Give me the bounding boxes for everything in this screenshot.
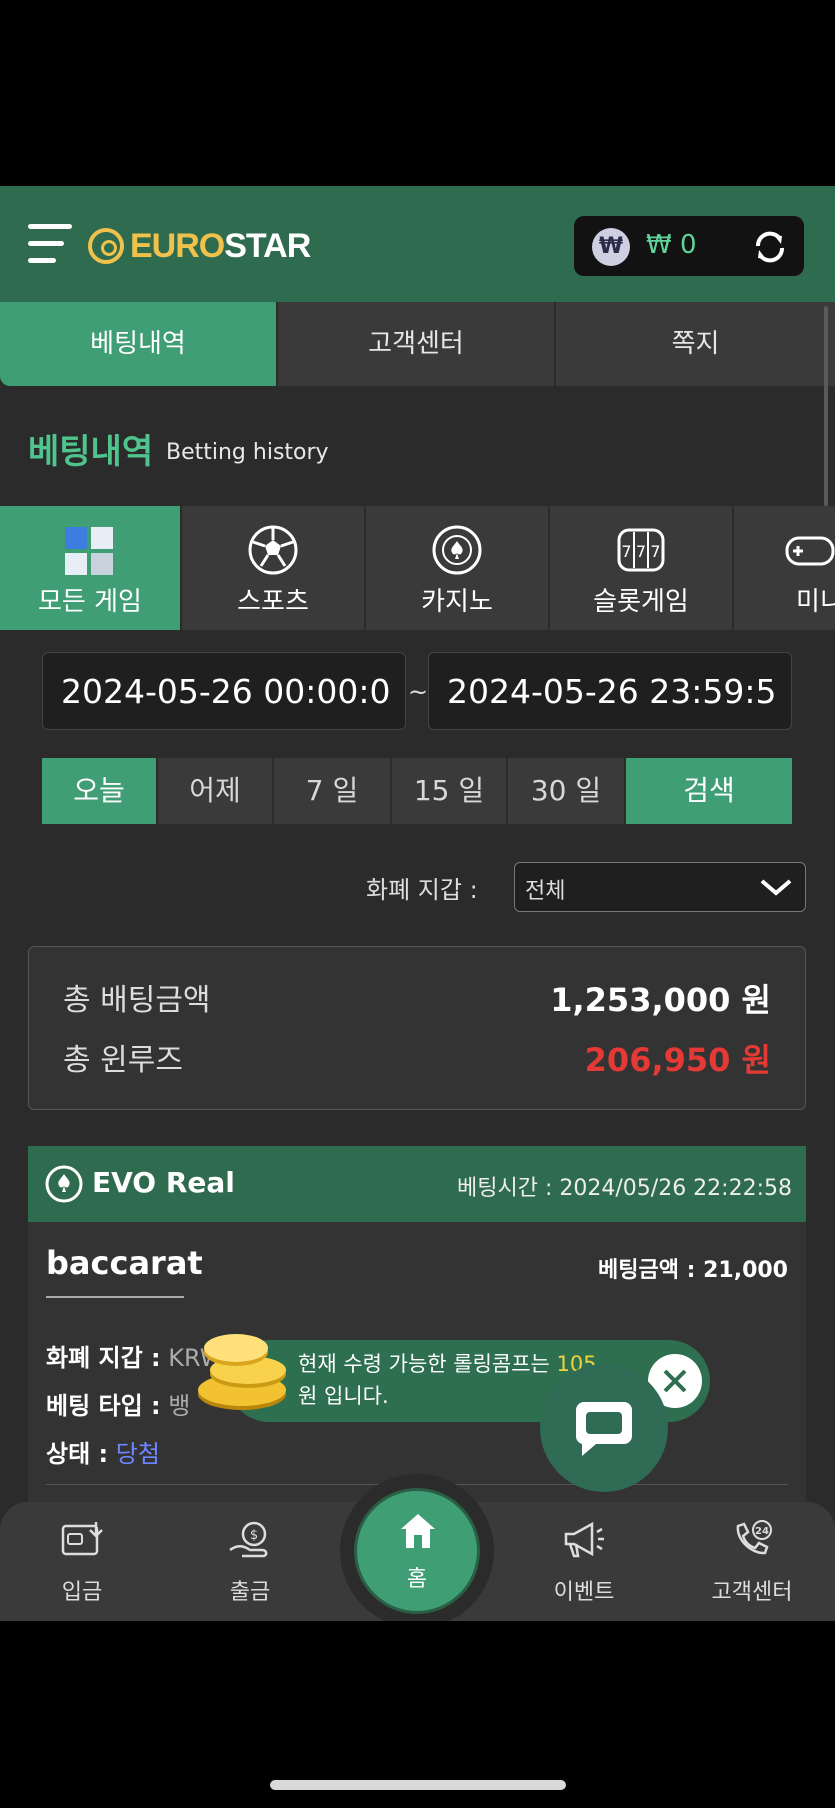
nav-label: 고객센터	[711, 1580, 793, 1605]
logo-text-euro: EURO	[130, 226, 225, 265]
start-date-input[interactable]: 2024-05-26 00:00:0	[42, 652, 406, 730]
currency-filter-label: 화폐 지갑 :	[366, 876, 478, 904]
bet-amount-label: 베팅금액 :	[598, 1258, 696, 1283]
svg-text:7: 7	[650, 542, 660, 561]
chat-bubble-icon	[575, 1402, 632, 1456]
tab-customer-center[interactable]: 고객센터	[278, 302, 554, 386]
bet-status-label: 상태 :	[46, 1440, 109, 1468]
bet-amount-value: 21,000	[703, 1258, 788, 1283]
soccer-ball-icon	[248, 525, 298, 575]
currency-filter-value: 전체	[525, 879, 566, 904]
nav-deposit[interactable]: 입금	[22, 1520, 142, 1605]
nav-label: 이벤트	[553, 1580, 615, 1605]
bet-time-label: 베팅시간 :	[457, 1176, 553, 1201]
category-label: 스포츠	[237, 587, 309, 617]
svg-text:7: 7	[621, 542, 631, 561]
category-casino[interactable]: 카지노	[366, 506, 548, 630]
nav-label: 홈	[406, 1567, 428, 1592]
total-winloss-label: 총 윈루즈	[63, 1043, 183, 1078]
tab-betting-history[interactable]: 베팅내역	[0, 302, 276, 386]
support-24-icon: 24	[736, 1520, 772, 1555]
gamepad-icon	[785, 536, 835, 566]
deposit-icon	[61, 1522, 103, 1556]
end-date-input[interactable]: 2024-05-26 23:59:5	[428, 652, 792, 730]
category-label: 모든 게임	[38, 587, 142, 617]
category-slots[interactable]: 7 7 7 슬롯게임	[550, 506, 732, 630]
page-title: 베팅내역	[28, 432, 154, 472]
won-coin-icon: ₩	[592, 228, 630, 266]
home-icon	[401, 1514, 435, 1548]
slot-777-icon: 7 7 7	[617, 528, 665, 572]
game-name-underline	[46, 1296, 184, 1298]
close-icon	[663, 1369, 687, 1393]
total-bet-label: 총 배팅금액	[63, 983, 211, 1018]
category-label: 슬롯게임	[593, 587, 689, 617]
bet-status-value: 당첨	[115, 1440, 160, 1468]
megaphone-icon	[564, 1521, 604, 1558]
bet-game-name: baccarat	[46, 1244, 203, 1282]
category-label: 미니	[796, 587, 835, 617]
bet-type-value: 뱅	[168, 1392, 191, 1420]
casino-chip-icon	[45, 1165, 83, 1203]
tab-messages[interactable]: 쪽지	[556, 302, 835, 386]
top-tab-bar: 베팅내역 고객센터 쪽지	[0, 302, 835, 386]
bet-type-row: 베팅 타입 : 뱅	[46, 1386, 190, 1421]
range-15days-button[interactable]: 15 일	[392, 758, 506, 824]
nav-customer-center[interactable]: 24 고객센터	[692, 1520, 812, 1605]
gold-coins-icon	[198, 1334, 286, 1410]
bet-time: 베팅시간 : 2024/05/26 22:22:58	[457, 1170, 792, 1202]
all-games-icon	[65, 527, 113, 575]
category-label: 카지노	[421, 587, 493, 617]
popup-line2: 원 입니다.	[298, 1384, 389, 1408]
chevron-down-icon	[760, 879, 792, 896]
svg-text:7: 7	[636, 542, 646, 561]
nav-events[interactable]: 이벤트	[524, 1520, 644, 1605]
bet-wallet-label: 화폐 지갑 :	[46, 1344, 161, 1372]
app-screen: EURO STAR ₩ ₩ 0 베팅내역 고객센터 쪽지 베팅내역 Betting…	[0, 186, 835, 1621]
nav-label: 입금	[61, 1580, 103, 1605]
wallet-balance: ₩ 0	[646, 230, 697, 260]
total-bet-value: 1,253,000 원	[550, 981, 771, 1019]
bet-amount: 베팅금액 : 21,000	[598, 1252, 788, 1284]
category-mini[interactable]: 미니	[734, 506, 835, 630]
range-7days-button[interactable]: 7 일	[274, 758, 390, 824]
withdraw-icon: $	[229, 1521, 268, 1558]
range-30days-button[interactable]: 30 일	[508, 758, 624, 824]
logo[interactable]: EURO STAR	[88, 226, 311, 266]
category-sports[interactable]: 스포츠	[182, 506, 364, 630]
range-today-button[interactable]: 오늘	[42, 758, 156, 824]
casino-chip-icon	[432, 525, 482, 575]
logo-text-star: STAR	[224, 226, 311, 265]
chat-button[interactable]	[540, 1364, 668, 1492]
range-yesterday-button[interactable]: 어제	[158, 758, 272, 824]
hamburger-menu-icon[interactable]	[28, 224, 72, 264]
currency-filter-select[interactable]: 전체	[514, 862, 806, 912]
date-separator: ~	[408, 678, 429, 706]
bet-time-value: 2024/05/26 22:22:58	[559, 1176, 792, 1201]
svg-text:$: $	[250, 1528, 258, 1543]
scrollbar[interactable]	[824, 306, 828, 506]
search-button[interactable]: 검색	[626, 758, 792, 824]
refresh-icon[interactable]	[752, 230, 788, 264]
nav-label: 출금	[229, 1580, 271, 1605]
nav-withdraw[interactable]: $ 출금	[190, 1520, 310, 1605]
bet-status-row: 상태 : 당첨	[46, 1434, 160, 1469]
wallet-balance-box: ₩ ₩ 0	[574, 216, 804, 276]
bet-provider: EVO Real	[92, 1166, 235, 1199]
bet-type-label: 베팅 타입 :	[46, 1392, 161, 1420]
category-all-games[interactable]: 모든 게임	[0, 506, 180, 630]
svg-text:24: 24	[755, 1526, 769, 1537]
logo-emblem-icon	[88, 228, 124, 264]
home-indicator	[270, 1780, 566, 1790]
betting-summary-card: 총 배팅금액 1,253,000 원 총 윈루즈 206,950 원	[28, 946, 806, 1110]
total-winloss-value: 206,950 원	[584, 1041, 771, 1079]
page-subtitle: Betting history	[166, 440, 329, 465]
app-header: EURO STAR ₩ ₩ 0	[0, 186, 835, 302]
bet-card-header: EVO Real 베팅시간 : 2024/05/26 22:22:58	[28, 1146, 806, 1222]
popup-line1: 현재 수령 가능한 롤링콤프는	[298, 1352, 557, 1376]
nav-home[interactable]: 홈	[354, 1488, 480, 1614]
